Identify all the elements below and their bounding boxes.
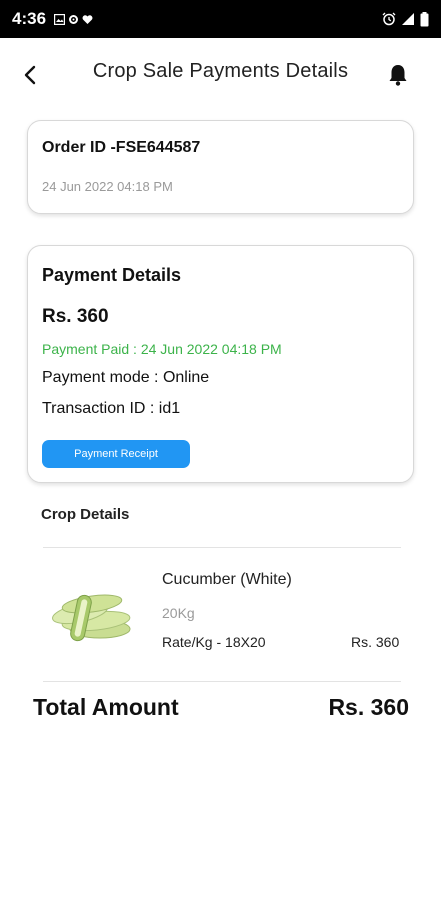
alarm-icon xyxy=(382,12,396,26)
status-icons-left xyxy=(54,13,93,25)
bell-icon xyxy=(389,65,407,86)
status-time: 4:36 xyxy=(12,9,47,28)
divider xyxy=(43,547,401,548)
crop-details-heading: Crop Details xyxy=(41,506,130,523)
battery-icon xyxy=(420,11,429,26)
crop-price: Rs. 360 xyxy=(351,634,400,650)
divider xyxy=(43,681,401,682)
signal-icon xyxy=(402,13,414,25)
app-header: Crop Sale Payments Details xyxy=(0,52,441,96)
payment-paid-status: Payment Paid : 24 Jun 2022 04:18 PM xyxy=(42,341,282,357)
crop-quantity: 20Kg xyxy=(162,605,195,621)
status-right xyxy=(382,11,429,27)
cucumber-image xyxy=(52,594,131,642)
status-left: 4:36 xyxy=(12,9,93,29)
page-title: Crop Sale Payments Details xyxy=(92,60,349,82)
payment-details-heading: Payment Details xyxy=(42,265,182,285)
payment-details-card: Payment Details Rs. 360 Payment Paid : 2… xyxy=(27,245,414,483)
gallery-icon xyxy=(54,13,66,25)
heart-icon xyxy=(82,14,93,24)
payment-amount: Rs. 360 xyxy=(42,306,109,327)
total-amount-label: Total Amount xyxy=(33,694,179,720)
crop-rate: Rate/Kg - 18X20 xyxy=(162,634,266,650)
total-amount-value: Rs. 360 xyxy=(328,694,409,720)
order-id: Order ID -FSE644587 xyxy=(42,139,201,156)
transaction-id: Transaction ID : id1 xyxy=(42,400,181,417)
crop-name: Cucumber (White) xyxy=(162,571,292,588)
order-card: Order ID -FSE644587 24 Jun 2022 04:18 PM xyxy=(27,120,414,214)
payment-mode: Payment mode : Online xyxy=(42,369,210,386)
settings-icon xyxy=(69,14,79,24)
status-bar: 4:36 xyxy=(0,0,441,38)
order-date: 24 Jun 2022 04:18 PM xyxy=(42,179,173,194)
payment-receipt-button[interactable]: Payment Receipt xyxy=(42,440,190,468)
notifications-button[interactable] xyxy=(386,62,410,88)
